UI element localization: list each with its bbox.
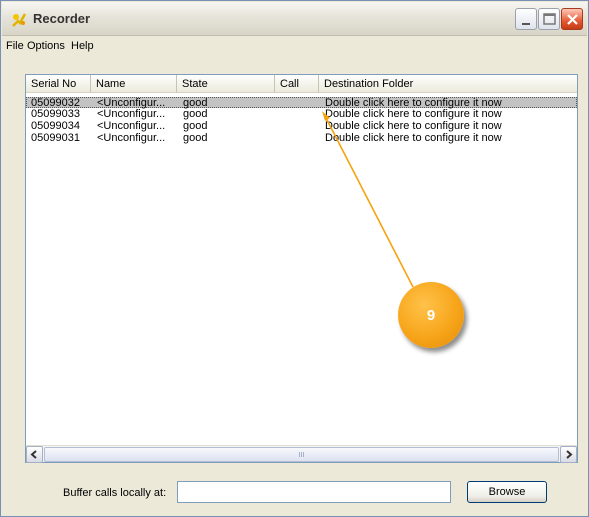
step-callout-badge: 9 xyxy=(398,282,464,348)
step-number: 9 xyxy=(426,306,436,324)
annotation-arrow xyxy=(322,111,414,288)
